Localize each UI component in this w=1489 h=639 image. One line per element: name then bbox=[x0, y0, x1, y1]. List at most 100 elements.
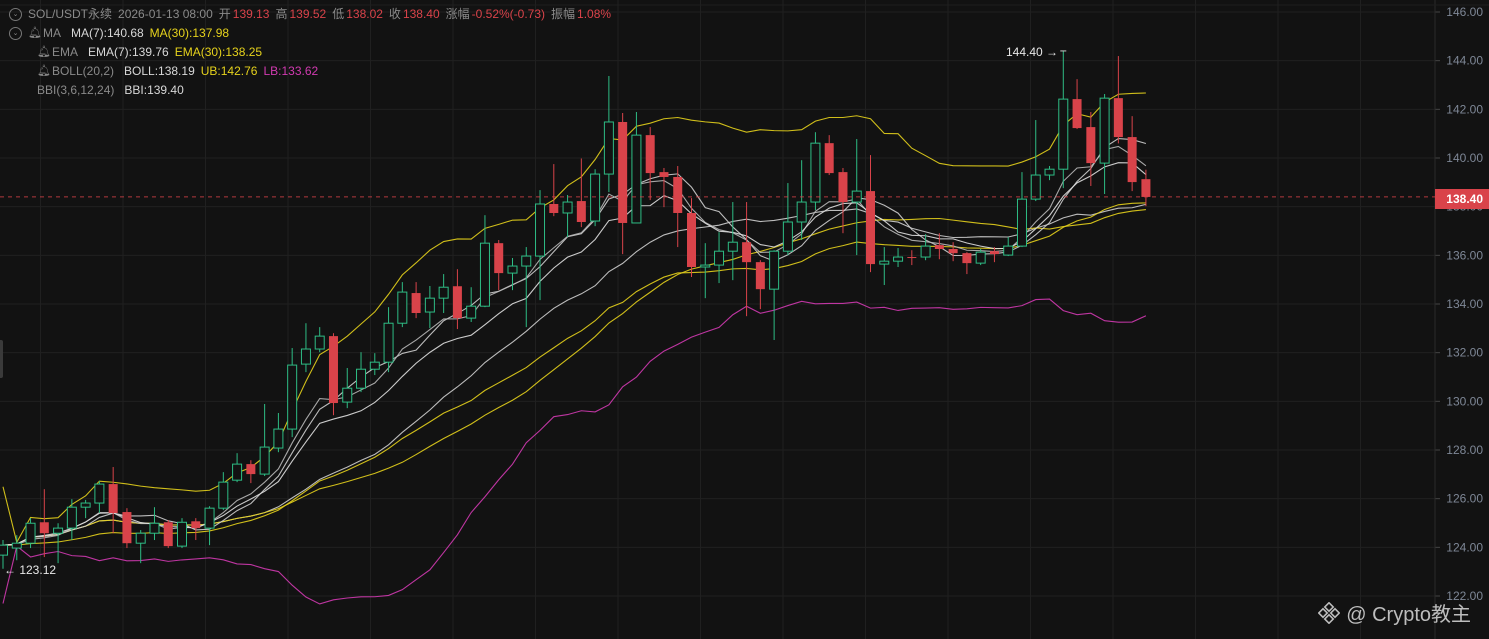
amplitude-value: 1.08% bbox=[577, 7, 612, 21]
collapse-chevron-icon[interactable]: ⌄ bbox=[9, 8, 22, 21]
boll-name[interactable]: BOLL(20,2) bbox=[52, 62, 114, 81]
candle-body-up bbox=[535, 203, 546, 257]
candle-body-down bbox=[163, 522, 173, 547]
high-label: 高 bbox=[275, 7, 288, 21]
candle-body-up bbox=[1099, 97, 1110, 164]
low-label: 低 bbox=[332, 7, 345, 21]
candle-body-up bbox=[1030, 174, 1041, 200]
candle-body-up bbox=[66, 506, 77, 529]
boll-ub-line bbox=[2, 92, 1146, 544]
candle-body-up bbox=[631, 134, 642, 224]
boll-lb-value: LB:133.62 bbox=[263, 64, 319, 78]
candle-body-down bbox=[39, 522, 49, 534]
candle-body-up bbox=[466, 305, 477, 319]
candle-body-up bbox=[135, 532, 146, 544]
candle-body-up bbox=[342, 387, 353, 403]
ma30-line bbox=[2, 209, 1146, 546]
candle-body-down bbox=[824, 143, 834, 174]
candle-body-down bbox=[687, 212, 696, 268]
candle-body-down bbox=[1141, 179, 1151, 197]
candle-body-up bbox=[810, 142, 821, 203]
watermark: @ Crypto教主 bbox=[1318, 598, 1471, 627]
pane-resize-handle[interactable] bbox=[0, 340, 3, 378]
open-label: 开 bbox=[218, 7, 231, 21]
high-value: 139.52 bbox=[289, 7, 327, 21]
ohlc-row: ⌄ SOL/USDT永续 2026-01-13 08:00 开 139.13 高1… bbox=[0, 5, 617, 24]
datetime-label: 2026-01-13 08:00 bbox=[118, 7, 213, 21]
bbi-row: BBI(3,6,12,24) BBI:139.40 bbox=[0, 81, 617, 100]
ma-name[interactable]: MA bbox=[43, 24, 61, 43]
candle-body-up bbox=[562, 201, 573, 214]
bell-icon[interactable]: 🔔︎ bbox=[37, 62, 51, 81]
candle-body-down bbox=[494, 243, 504, 274]
y-tick-label: 126.00 bbox=[1446, 492, 1483, 506]
indicator-legend: ⌄ SOL/USDT永续 2026-01-13 08:00 开 139.13 高1… bbox=[0, 5, 617, 100]
candle-body-down bbox=[755, 262, 765, 290]
candle-body-up bbox=[149, 522, 160, 534]
candle-body-down bbox=[934, 245, 944, 250]
ma7-line bbox=[2, 137, 1147, 546]
candle-body-up bbox=[920, 245, 931, 258]
candle-body-down bbox=[673, 176, 683, 213]
symbol-label[interactable]: SOL/USDT永续 bbox=[28, 5, 112, 24]
candle-body-up bbox=[700, 264, 711, 268]
bell-icon[interactable]: 🔔︎ bbox=[37, 43, 51, 62]
candle-body-down bbox=[659, 172, 669, 177]
close-value: 138.40 bbox=[402, 7, 440, 21]
ema-row: 🔔︎ EMA EMA(7):139.76 EMA(30):138.25 bbox=[0, 43, 617, 62]
candle-body-down bbox=[1127, 137, 1137, 183]
candle-body-up bbox=[397, 291, 408, 324]
ma7-value: MA(7):140.68 bbox=[70, 26, 144, 40]
candle-body-up bbox=[383, 322, 394, 363]
amplitude-label: 振幅 bbox=[551, 7, 576, 21]
candle-body-down bbox=[549, 203, 559, 213]
candle-body-up bbox=[25, 522, 36, 544]
y-tick-label: 124.00 bbox=[1446, 540, 1483, 554]
candle-body-down bbox=[742, 242, 752, 263]
high-marker-label: 144.40 → bbox=[1006, 45, 1059, 59]
candle-body-up bbox=[287, 364, 298, 430]
candle-body-down bbox=[576, 201, 586, 222]
ema-name[interactable]: EMA bbox=[52, 43, 78, 62]
close-label: 收 bbox=[388, 7, 401, 21]
change-value: -0.52%(-0.73) bbox=[471, 7, 546, 21]
open-value: 139.13 bbox=[232, 7, 270, 21]
bell-icon[interactable]: 🔔︎ bbox=[28, 24, 42, 43]
low-value: 138.02 bbox=[346, 7, 383, 21]
candle-body-up bbox=[356, 368, 367, 389]
y-tick-label: 132.00 bbox=[1446, 346, 1483, 360]
candle-body-down bbox=[989, 251, 999, 255]
boll-mid-value: BOLL:138.19 bbox=[124, 64, 195, 78]
y-tick-label: 142.00 bbox=[1446, 102, 1483, 116]
y-tick-label: 146.00 bbox=[1446, 5, 1483, 19]
last-price-tag: 138.40 bbox=[1435, 189, 1489, 209]
candle-body-down bbox=[645, 135, 655, 174]
candle-body-up bbox=[204, 507, 215, 529]
candle-body-down bbox=[108, 484, 118, 514]
bbi-name[interactable]: BBI(3,6,12,24) bbox=[37, 81, 114, 100]
y-tick-label: 130.00 bbox=[1446, 394, 1483, 408]
candle-body-up bbox=[314, 335, 325, 350]
candle-body-up bbox=[369, 361, 380, 370]
candle-body-up bbox=[232, 463, 243, 481]
candle-body-down bbox=[962, 253, 972, 264]
boll-lb-line bbox=[2, 298, 1147, 605]
y-tick-label: 134.00 bbox=[1446, 297, 1483, 311]
y-tick-label: 144.00 bbox=[1446, 54, 1483, 68]
candle-body-down bbox=[907, 257, 917, 259]
boll-row: 🔔︎ BOLL(20,2) BOLL:138.19 UB:142.76 LB:1… bbox=[0, 62, 617, 81]
candle-body-down bbox=[838, 172, 848, 203]
candle-body-up bbox=[714, 250, 725, 266]
candle-body-down bbox=[1113, 98, 1123, 138]
candle-body-up bbox=[975, 251, 986, 264]
ema30-value: EMA(30):138.25 bbox=[174, 45, 263, 59]
candle-body-down bbox=[452, 286, 462, 319]
collapse-indicators-chevron-icon[interactable]: ⌄ bbox=[9, 27, 22, 40]
y-tick-label: 140.00 bbox=[1446, 151, 1483, 165]
candle-body-up bbox=[438, 286, 449, 299]
candle-body-down bbox=[411, 293, 421, 314]
y-tick-label: 136.00 bbox=[1446, 248, 1483, 262]
candle-body-up bbox=[300, 348, 311, 365]
candle-body-down bbox=[618, 121, 628, 223]
candle-body-up bbox=[259, 446, 270, 475]
